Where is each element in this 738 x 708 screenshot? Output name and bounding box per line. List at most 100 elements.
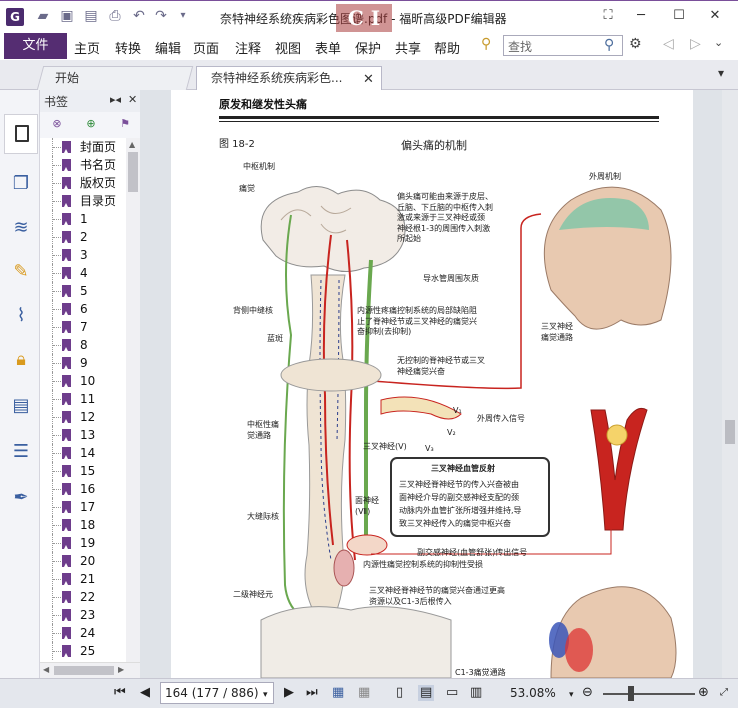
menu-help[interactable]: 帮助 xyxy=(434,38,460,57)
bookmark-item[interactable]: 4 xyxy=(40,264,126,282)
redo-icon[interactable]: ↷ xyxy=(152,7,170,25)
menu-comment[interactable]: 注释 xyxy=(235,38,261,57)
attachments-icon[interactable]: ⌇ xyxy=(9,304,33,328)
file-menu-button[interactable]: 文件 xyxy=(4,33,67,59)
menu-view[interactable]: 视图 xyxy=(275,38,301,57)
save-icon[interactable]: ▣ xyxy=(58,7,76,25)
bookmark-item[interactable]: 14 xyxy=(40,444,126,462)
zoom-dropdown-icon[interactable]: ▾ xyxy=(569,687,574,703)
prev-page-icon[interactable]: ◀ xyxy=(140,685,150,701)
menu-protect[interactable]: 保护 xyxy=(355,38,381,57)
next-view-icon[interactable]: ▦ xyxy=(358,685,370,701)
bookmark-item[interactable]: 10 xyxy=(40,372,126,390)
document-scrollbar[interactable] xyxy=(722,90,738,678)
delete-bookmark-icon[interactable]: ⊗ xyxy=(50,117,64,131)
add-bookmark-icon[interactable]: ⊕ xyxy=(84,117,98,131)
first-page-icon[interactable]: ⏮ xyxy=(114,685,126,701)
search-icon[interactable]: ⚲ xyxy=(604,37,614,53)
bookmark-item[interactable]: 16 xyxy=(40,480,126,498)
bookmark-item[interactable]: 17 xyxy=(40,498,126,516)
undo-icon[interactable]: ↶ xyxy=(130,7,148,25)
panel-collapse-icon[interactable]: ▸◂ xyxy=(110,93,121,106)
bookmark-item[interactable]: 21 xyxy=(40,570,126,588)
tab-close-icon[interactable]: ✕ xyxy=(363,72,374,87)
pages-thumbnail-icon[interactable]: ❐ xyxy=(9,172,33,196)
menu-home[interactable]: 主页 xyxy=(74,38,100,57)
next-page-icon[interactable]: ▶ xyxy=(284,685,294,701)
document-scroll-thumb[interactable] xyxy=(725,420,735,444)
bookmark-item[interactable]: 23 xyxy=(40,606,126,624)
menu-page[interactable]: 页面 xyxy=(193,38,219,57)
tab-start[interactable]: 开始 xyxy=(36,66,194,90)
menu-form[interactable]: 表单 xyxy=(315,38,341,57)
bookmark-item[interactable]: 19 xyxy=(40,534,126,552)
scroll-up-arrow-icon[interactable]: ▲ xyxy=(129,140,135,149)
menu-convert[interactable]: 转换 xyxy=(115,38,141,57)
bookmark-item[interactable]: 25 xyxy=(40,642,126,660)
menu-edit[interactable]: 编辑 xyxy=(155,38,181,57)
bookmark-item[interactable]: 书名页 xyxy=(40,156,126,174)
fit-options-icon[interactable]: ⤢ xyxy=(720,685,728,701)
folder-search-icon[interactable]: ⚲ xyxy=(481,36,491,52)
tab-menu-icon[interactable]: ▾ xyxy=(718,66,724,80)
bookmark-item[interactable]: 9 xyxy=(40,354,126,372)
bookmark-item[interactable]: 目录页 xyxy=(40,192,126,210)
page-dropdown-icon[interactable]: ▾ xyxy=(263,687,268,703)
horizontal-scroll-thumb[interactable] xyxy=(54,666,114,675)
comments-icon[interactable]: ✎ xyxy=(9,260,33,284)
full-screen-icon[interactable]: ⛶ xyxy=(597,7,619,25)
bookmark-item[interactable]: 22 xyxy=(40,588,126,606)
panel-close-icon[interactable]: ✕ xyxy=(128,93,137,106)
close-icon[interactable]: ✕ xyxy=(704,7,726,25)
zoom-in-icon[interactable]: ⊕ xyxy=(698,685,709,701)
bookmark-item[interactable]: 8 xyxy=(40,336,126,354)
open-folder-icon[interactable]: ▰ xyxy=(34,7,52,25)
continuous-page-icon[interactable]: ▤ xyxy=(418,685,435,701)
zoom-slider[interactable] xyxy=(603,693,695,695)
bookmark-item[interactable]: 11 xyxy=(40,390,126,408)
signature-icon[interactable]: ✒ xyxy=(9,486,33,510)
scroll-left-arrow-icon[interactable]: ◀ xyxy=(43,665,49,674)
bookmark-item[interactable]: 18 xyxy=(40,516,126,534)
bookmark-scrollbar[interactable]: ▲ xyxy=(126,138,140,662)
document-properties-icon[interactable]: ▤ xyxy=(9,394,33,418)
bookmark-item[interactable]: 3 xyxy=(40,246,126,264)
destinations-icon[interactable]: ☰ xyxy=(9,440,33,464)
bookmark-item[interactable]: 15 xyxy=(40,462,126,480)
bookmark-item[interactable]: 7 xyxy=(40,318,126,336)
collapse-ribbon-icon[interactable]: ⌄ xyxy=(714,36,723,49)
document-viewer[interactable]: 原发和继发性头痛 图 18-2 偏头痛的机制 中枢机制 外周机制 痛觉 偏头痛可… xyxy=(141,90,738,678)
bookmark-options-icon[interactable]: ⚑ xyxy=(118,117,132,131)
back-arrow-icon[interactable]: ◁ xyxy=(663,36,674,52)
bookmark-panel-tab[interactable] xyxy=(4,114,38,154)
minimize-icon[interactable]: ─ xyxy=(630,7,652,25)
last-page-icon[interactable]: ⏭ xyxy=(306,685,318,701)
print-icon[interactable]: ⎙ xyxy=(106,7,124,25)
zoom-level[interactable]: 53.08% xyxy=(510,686,556,700)
bookmark-item[interactable]: 24 xyxy=(40,624,126,642)
bookmark-item[interactable]: 13 xyxy=(40,426,126,444)
bookmark-scroll-thumb[interactable] xyxy=(128,152,138,192)
bookmark-item[interactable]: 20 xyxy=(40,552,126,570)
zoom-out-icon[interactable]: ⊖ xyxy=(582,685,593,701)
layers-icon[interactable]: ≋ xyxy=(9,216,33,240)
continuous-facing-icon[interactable]: ▥ xyxy=(470,685,482,701)
bookmark-item[interactable]: 版权页 xyxy=(40,174,126,192)
bookmark-item[interactable]: 1 xyxy=(40,210,126,228)
bookmark-item[interactable]: 2 xyxy=(40,228,126,246)
customize-quick-access-icon[interactable]: ▾ xyxy=(174,7,192,25)
scroll-right-arrow-icon[interactable]: ▶ xyxy=(118,665,124,674)
maximize-icon[interactable]: ☐ xyxy=(668,7,690,25)
save-as-icon[interactable]: ▤ xyxy=(82,7,100,25)
settings-gear-icon[interactable]: ⚙ xyxy=(629,36,642,52)
bookmark-item[interactable]: 封面页 xyxy=(40,138,126,156)
security-lock-icon[interactable]: 🔒︎ xyxy=(9,348,33,372)
page-number-input[interactable]: 164 (177 / 886) xyxy=(160,682,274,704)
forward-arrow-icon[interactable]: ▷ xyxy=(690,36,701,52)
app-icon[interactable]: G xyxy=(6,8,24,26)
bookmark-horizontal-scrollbar[interactable]: ◀ ▶ xyxy=(40,662,140,678)
zoom-slider-knob[interactable] xyxy=(628,686,634,701)
tab-document[interactable]: 奈特神经系统疾病彩色... xyxy=(196,66,382,90)
bookmark-item[interactable]: 6 xyxy=(40,300,126,318)
previous-view-icon[interactable]: ▦ xyxy=(332,685,344,701)
